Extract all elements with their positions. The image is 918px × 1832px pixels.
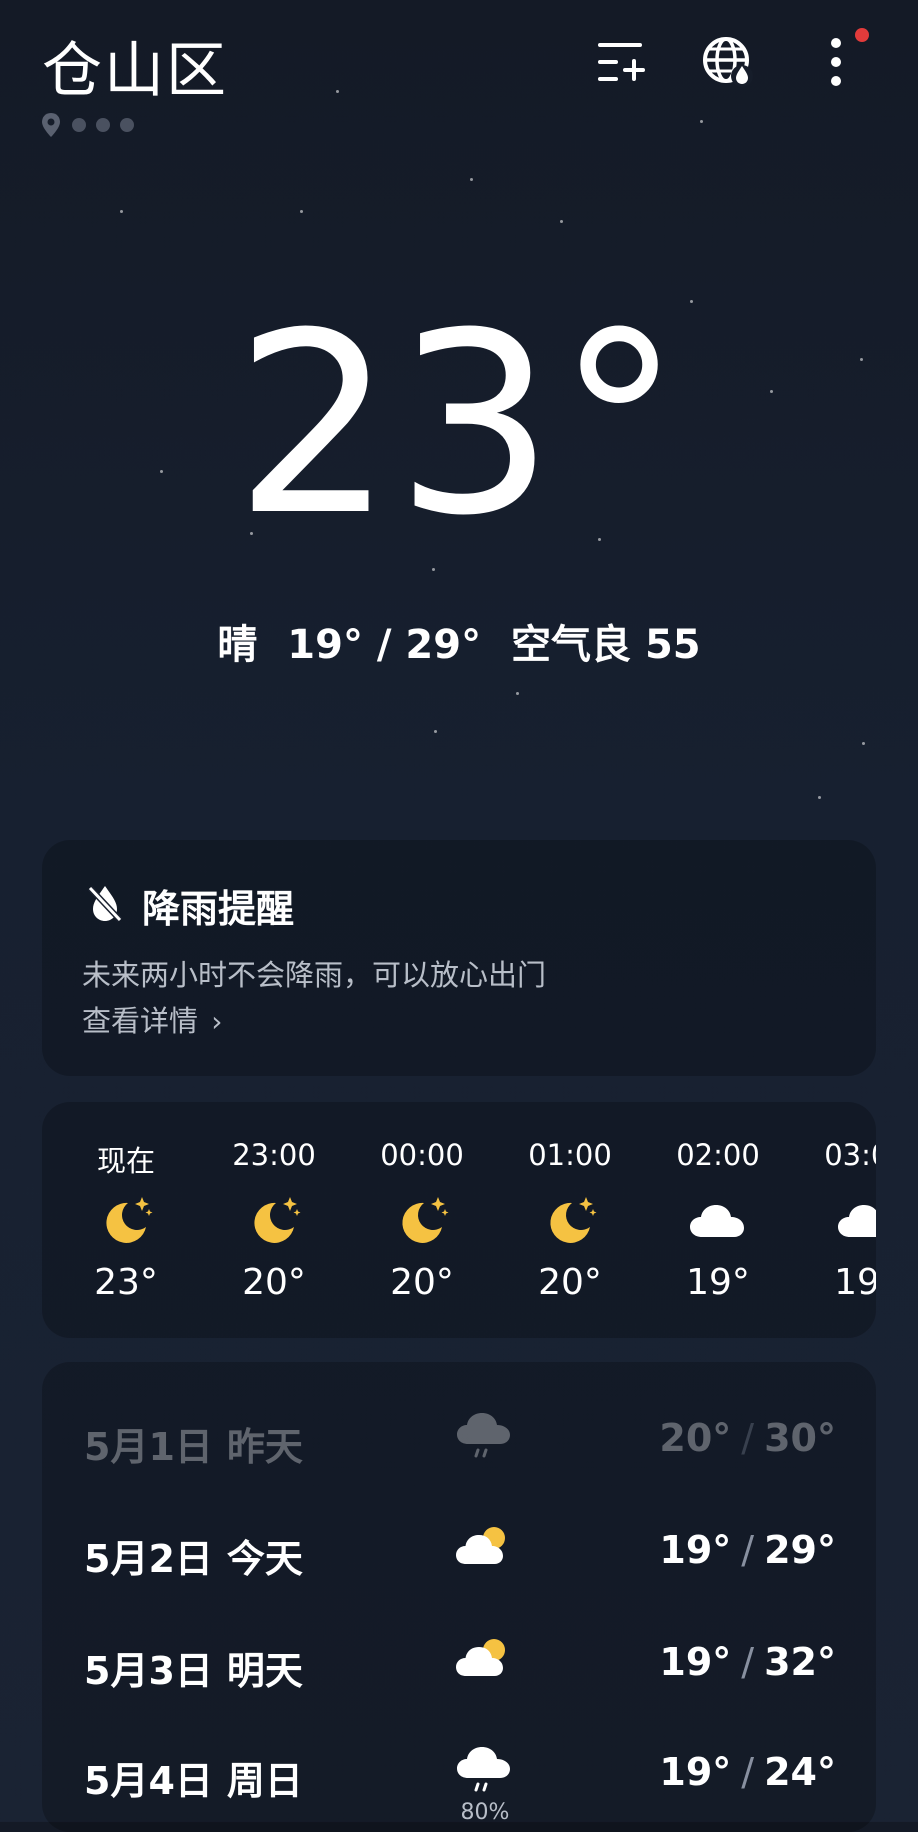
daily-row[interactable]: 5月1日 昨天 20°/30° [42, 1386, 876, 1486]
partly-cloudy-icon [456, 1527, 505, 1564]
hourly-item: 现在 23° [56, 1138, 196, 1303]
precip-chance: 80% [460, 1800, 510, 1825]
day-weekday: 今天 [226, 1537, 303, 1581]
day-date: 5月4日 [84, 1759, 213, 1803]
day-high: 32° [764, 1640, 836, 1684]
page-dot [96, 118, 110, 132]
hour-time: 23:00 [232, 1138, 316, 1172]
hourly-item: 03:00 19° [796, 1138, 876, 1303]
hourly-item: 00:00 20° [352, 1138, 492, 1303]
city-name[interactable]: 仓山区 [42, 22, 228, 109]
day-weekday: 明天 [226, 1649, 303, 1693]
daily-row[interactable]: 5月3日 明天 19°/32° [42, 1610, 876, 1710]
manage-cities-icon [598, 43, 645, 81]
day-date: 5月1日 [84, 1425, 213, 1469]
day-low: 19° [659, 1750, 732, 1794]
rain-alert-description: 未来两小时不会降雨，可以放心出门 [82, 958, 547, 992]
hourly-forecast[interactable]: 现在 23° 23:00 20° 00:00 20° 01:00 20° 02:… [42, 1102, 876, 1338]
hourly-item: 23:00 20° [204, 1138, 344, 1303]
moon-stars-icon [550, 1197, 597, 1243]
hourly-item: 01:00 20° [500, 1138, 640, 1303]
hour-temp: 23° [94, 1262, 158, 1303]
more-menu-icon [831, 38, 841, 86]
manage-cities-button[interactable] [594, 34, 650, 90]
hour-time: 01:00 [528, 1138, 612, 1172]
hour-time: 现在 [96, 1144, 155, 1178]
day-date: 5月3日 [84, 1649, 213, 1693]
partly-cloudy-icon [456, 1639, 505, 1676]
cloud-icon [838, 1205, 876, 1237]
rain-cloud-icon [457, 1747, 510, 1792]
hour-temp: 20° [538, 1262, 602, 1303]
header: 仓山区 [0, 0, 918, 140]
view-details-label: 查看详情 [82, 1004, 199, 1038]
daily-forecast[interactable]: 5月1日 昨天 20°/30° 5月2日 今天 19°/29° 5月3日 明天 19°… [42, 1362, 876, 1832]
current-summary[interactable]: 晴 19° / 29° 空气良 55 [0, 612, 918, 670]
moon-stars-icon [402, 1197, 449, 1243]
cloud-icon [690, 1205, 744, 1237]
air-quality: 空气良 55 [511, 622, 701, 668]
notification-dot [855, 28, 869, 42]
more-menu-button[interactable] [808, 34, 864, 90]
hour-time: 03:00 [824, 1138, 876, 1172]
view-details-link[interactable]: 查看详情 › [82, 998, 222, 1040]
globe-rain-icon [703, 37, 753, 87]
daily-row[interactable]: 5月4日 周日 80% 19°/24° [42, 1720, 876, 1825]
day-weekday: 昨天 [226, 1425, 303, 1469]
hour-temp: 19° [834, 1262, 876, 1303]
day-high: 24° [764, 1750, 836, 1794]
page-indicator [40, 112, 134, 138]
day-date: 5月2日 [84, 1537, 213, 1581]
hour-time: 00:00 [380, 1138, 464, 1172]
day-low: 19° [659, 1640, 732, 1684]
day-weekday: 周日 [226, 1759, 303, 1803]
current-range: 19° / 29° [287, 622, 482, 668]
rain-alert-title: 降雨提醒 [142, 887, 295, 931]
hour-temp: 19° [686, 1262, 750, 1303]
chevron-right-icon: › [211, 1005, 223, 1038]
day-high: 29° [764, 1528, 836, 1572]
location-pin-icon [42, 113, 60, 137]
page-dot [72, 118, 86, 132]
no-rain-icon [87, 885, 123, 923]
hour-temp: 20° [242, 1262, 306, 1303]
current-condition: 晴 [217, 622, 258, 668]
current-temperature: 23° [234, 279, 684, 570]
day-high: 30° [764, 1416, 836, 1460]
hourly-item: 02:00 19° [648, 1138, 788, 1303]
day-low: 19° [659, 1528, 732, 1572]
hour-temp: 20° [390, 1262, 454, 1303]
daily-row[interactable]: 5月2日 今天 19°/29° [42, 1498, 876, 1598]
moon-stars-icon [106, 1197, 153, 1243]
page-dot [120, 118, 134, 132]
rain-alert-card[interactable]: 降雨提醒 未来两小时不会降雨，可以放心出门 查看详情 › [42, 840, 876, 1076]
day-low: 20° [659, 1416, 732, 1460]
hour-time: 02:00 [676, 1138, 760, 1172]
globe-button[interactable] [700, 34, 756, 90]
moon-stars-icon [254, 1197, 301, 1243]
rain-cloud-icon [457, 1413, 510, 1458]
